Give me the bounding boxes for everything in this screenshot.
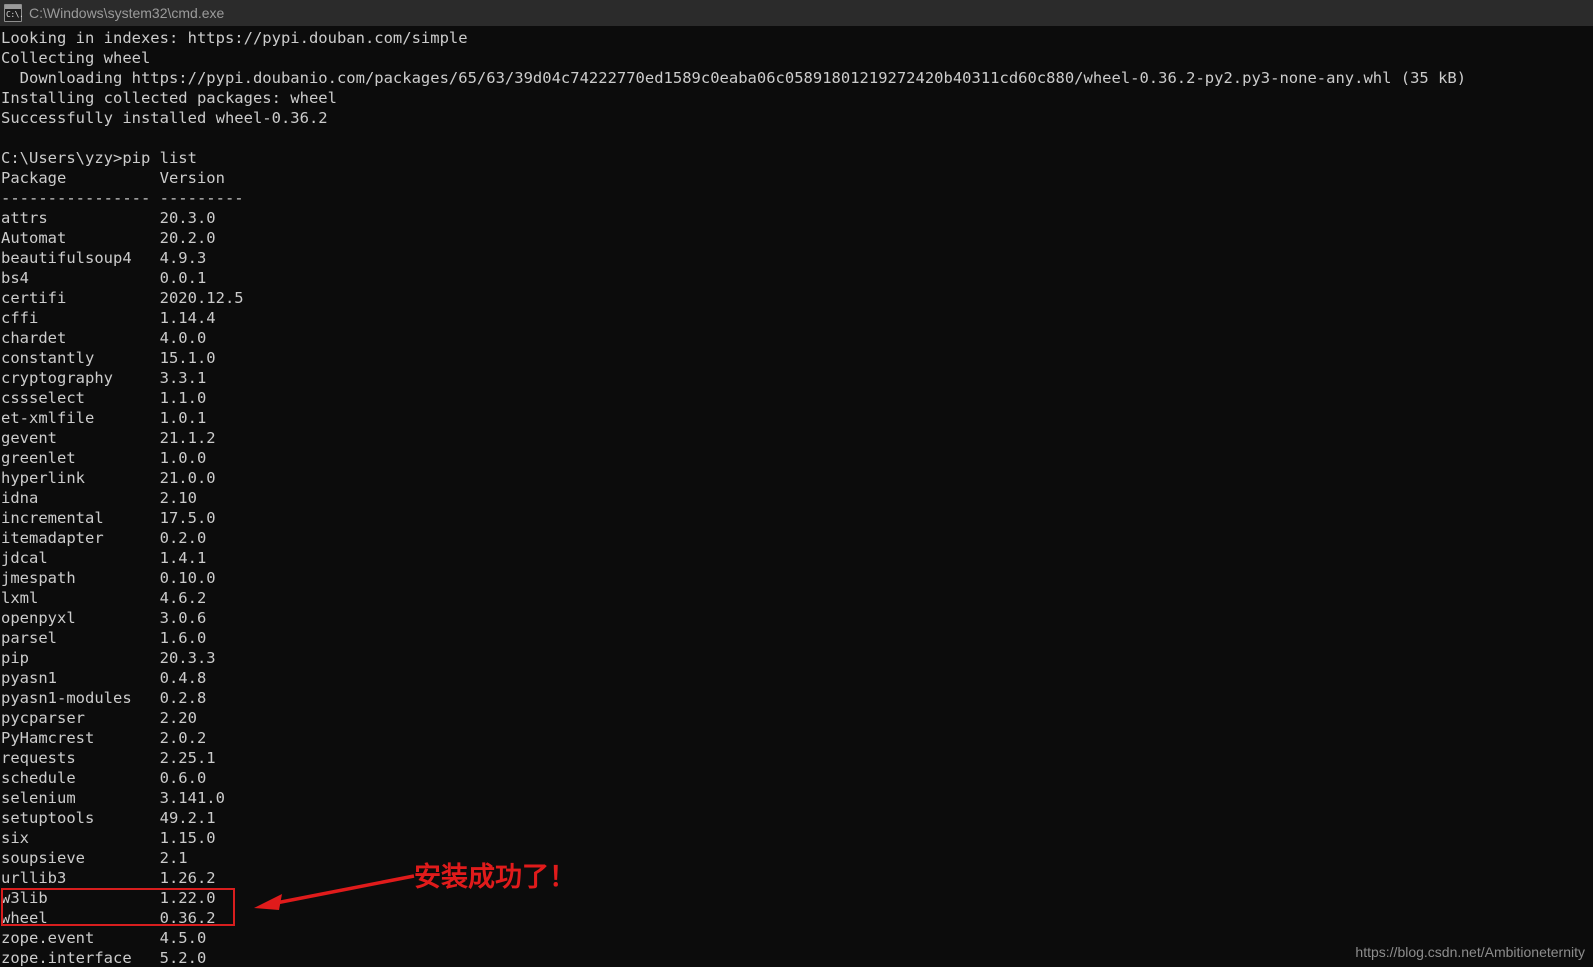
- package-row: pycparser 2.20: [1, 709, 197, 727]
- package-row: six 1.15.0: [1, 829, 216, 847]
- window-title: C:\Windows\system32\cmd.exe: [29, 5, 225, 21]
- package-row: beautifulsoup4 4.9.3: [1, 249, 207, 267]
- cmd-console-window: C:\. C:\Windows\system32\cmd.exe Looking…: [0, 0, 1593, 967]
- package-list: attrs 20.3.0 Automat 20.2.0 beautifulsoup4…: [1, 208, 1593, 967]
- console-line: Looking in indexes: https://pypi.douban.…: [1, 29, 468, 47]
- title-bar[interactable]: C:\. C:\Windows\system32\cmd.exe: [0, 0, 1593, 26]
- package-row: attrs 20.3.0: [1, 209, 216, 227]
- package-row: parsel 1.6.0: [1, 629, 207, 647]
- package-table-separator: ---------------- ---------: [1, 189, 244, 207]
- package-row: wheel 0.36.2: [1, 909, 216, 927]
- package-row: jmespath 0.10.0: [1, 569, 216, 587]
- package-row: zope.interface 5.2.0: [1, 949, 207, 967]
- package-row: greenlet 1.0.0: [1, 449, 207, 467]
- package-row: schedule 0.6.0: [1, 769, 207, 787]
- package-row: chardet 4.0.0: [1, 329, 207, 347]
- package-row: cryptography 3.3.1: [1, 369, 207, 387]
- command-prompt-line: C:\Users\yzy>pip list: [1, 149, 197, 167]
- console-output-area[interactable]: Looking in indexes: https://pypi.douban.…: [0, 26, 1593, 967]
- console-line: Collecting wheel: [1, 49, 151, 67]
- package-row: cssselect 1.1.0: [1, 389, 207, 407]
- package-row: lxml 4.6.2: [1, 589, 207, 607]
- console-line: Installing collected packages: wheel: [1, 89, 337, 107]
- watermark-url: https://blog.csdn.net/Ambitioneternity: [1355, 944, 1585, 960]
- package-row: incremental 17.5.0: [1, 509, 216, 527]
- package-row: pyasn1 0.4.8: [1, 669, 207, 687]
- console-line: Downloading https://pypi.doubanio.com/pa…: [1, 69, 1467, 87]
- package-row: urllib3 1.26.2: [1, 869, 216, 887]
- package-row: w3lib 1.22.0: [1, 889, 216, 907]
- package-row: itemadapter 0.2.0: [1, 529, 207, 547]
- package-row: cffi 1.14.4: [1, 309, 216, 327]
- icon-prompt-glyph: C:\.: [6, 10, 24, 19]
- pip-install-output: Looking in indexes: https://pypi.douban.…: [1, 28, 1593, 128]
- package-row: pyasn1-modules 0.2.8: [1, 689, 207, 707]
- cmd-console-icon: C:\.: [4, 4, 24, 22]
- package-row: certifi 2020.12.5: [1, 289, 244, 307]
- package-row: setuptools 49.2.1: [1, 809, 216, 827]
- package-row: jdcal 1.4.1: [1, 549, 207, 567]
- package-row: constantly 15.1.0: [1, 349, 216, 367]
- package-row: bs4 0.0.1: [1, 269, 207, 287]
- package-row: PyHamcrest 2.0.2: [1, 729, 207, 747]
- package-row: gevent 21.1.2: [1, 429, 216, 447]
- package-row: selenium 3.141.0: [1, 789, 225, 807]
- package-row: openpyxl 3.0.6: [1, 609, 207, 627]
- package-row: idna 2.10: [1, 489, 197, 507]
- package-row: et-xmlfile 1.0.1: [1, 409, 207, 427]
- package-table-header: Package Version: [1, 169, 225, 187]
- console-line: Successfully installed wheel-0.36.2: [1, 109, 328, 127]
- package-row: zope.event 4.5.0: [1, 929, 207, 947]
- package-row: Automat 20.2.0: [1, 229, 216, 247]
- package-row: requests 2.25.1: [1, 749, 216, 767]
- package-row: soupsieve 2.1: [1, 849, 188, 867]
- package-row: hyperlink 21.0.0: [1, 469, 216, 487]
- package-row: pip 20.3.3: [1, 649, 216, 667]
